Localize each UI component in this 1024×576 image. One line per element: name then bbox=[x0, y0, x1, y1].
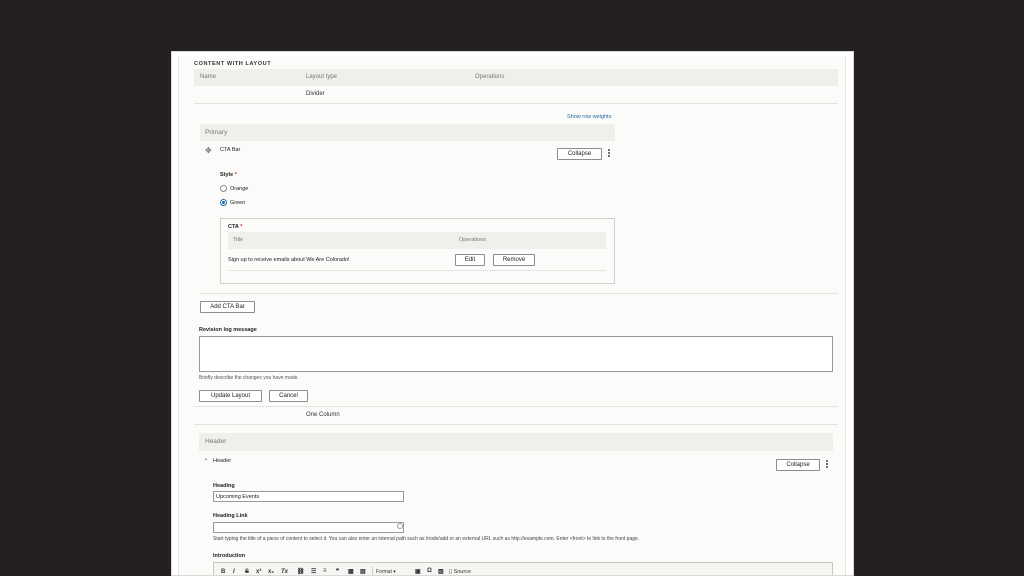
one-column-divider bbox=[194, 424, 838, 425]
editor-toolbar: B I S x² x₂ Tx ⛓ ☰ ≡ ❞ ▦ ▤ Format ▾ ▣ Ω … bbox=[213, 562, 833, 575]
admin-form-panel: CONTENT WITH LAYOUT Name Layout type Ope… bbox=[171, 51, 854, 576]
strike-button[interactable]: S bbox=[245, 569, 249, 575]
region-header-label: Header bbox=[205, 438, 227, 445]
section-title: CONTENT WITH LAYOUT bbox=[194, 61, 272, 67]
radio-orange-label: Orange bbox=[230, 186, 249, 192]
subscript-button[interactable]: x₂ bbox=[268, 569, 274, 575]
radio-green[interactable] bbox=[220, 199, 227, 206]
radio-green-label: Green bbox=[230, 200, 246, 206]
radio-orange[interactable] bbox=[220, 185, 227, 192]
heading-input[interactable]: Upcoming Events bbox=[213, 491, 404, 502]
cta-fieldset: CTA * Title Operations Sign up to receiv… bbox=[220, 218, 615, 284]
region-header: Header bbox=[199, 433, 833, 451]
update-layout-button[interactable]: Update Layout bbox=[199, 390, 262, 402]
collapse-button[interactable]: Collapse bbox=[557, 148, 602, 160]
italic-button[interactable]: I bbox=[233, 569, 235, 575]
source-label: Source bbox=[453, 569, 471, 575]
cta-row-title: Sign up to receive emails about We Are C… bbox=[228, 257, 350, 263]
row-divider bbox=[194, 103, 838, 104]
heading-link-help: Start typing the title of a piece of con… bbox=[213, 536, 640, 542]
region-primary: Primary bbox=[200, 124, 615, 141]
source-button[interactable]: ▯ Source bbox=[449, 569, 471, 575]
heading-label: Heading bbox=[213, 483, 235, 489]
col-layout-type: Layout type bbox=[306, 74, 338, 80]
image-icon[interactable]: ▣ bbox=[415, 568, 421, 575]
remove-button[interactable]: Remove bbox=[493, 254, 535, 266]
cta-col-title: Title bbox=[233, 237, 244, 243]
link-icon[interactable]: ⛓ bbox=[297, 568, 305, 575]
layout-table-header: Name Layout type Operations bbox=[194, 69, 838, 86]
bullet-icon: • bbox=[205, 457, 207, 463]
region-primary-label: Primary bbox=[205, 129, 228, 136]
header-item-label: Header bbox=[213, 458, 232, 464]
more-actions-icon[interactable] bbox=[607, 149, 611, 158]
show-row-weights-link[interactable]: Show row weights bbox=[567, 114, 611, 120]
source-icon: ▯ bbox=[449, 569, 453, 575]
revision-log-textarea[interactable] bbox=[199, 336, 833, 372]
row-divider-type: Divider bbox=[306, 91, 325, 97]
cta-table-header: Title Operations bbox=[228, 232, 606, 249]
revision-log-label: Revision log message bbox=[199, 327, 257, 333]
horizontal-rule-icon[interactable]: ▤ bbox=[360, 568, 366, 575]
clear-format-button[interactable]: Tx bbox=[281, 569, 288, 575]
media-icon[interactable]: ▨ bbox=[438, 568, 444, 575]
actions-divider bbox=[194, 406, 838, 407]
header-more-actions-icon[interactable] bbox=[825, 460, 829, 469]
cta-label: CTA * bbox=[228, 224, 242, 230]
edit-button[interactable]: Edit bbox=[455, 254, 485, 266]
bold-button[interactable]: B bbox=[221, 569, 225, 575]
bulleted-list-icon[interactable]: ☰ bbox=[311, 568, 316, 575]
cta-col-operations: Operations bbox=[459, 237, 486, 243]
header-collapse-button[interactable]: Collapse bbox=[776, 459, 820, 471]
cta-label-text: CTA bbox=[228, 224, 239, 230]
cta-row-divider bbox=[228, 270, 606, 271]
cta-bar-item-label: CTA Bar bbox=[220, 147, 241, 153]
style-label: Style * bbox=[220, 172, 237, 178]
superscript-button[interactable]: x² bbox=[256, 569, 261, 575]
heading-link-input[interactable] bbox=[213, 522, 404, 533]
row-one-column-type: One Column bbox=[306, 412, 340, 418]
drag-handle-icon[interactable]: ✥ bbox=[205, 146, 212, 155]
introduction-label: Introduction bbox=[213, 553, 246, 559]
blockquote-icon[interactable]: ❞ bbox=[336, 568, 339, 575]
cancel-button[interactable]: Cancel bbox=[269, 390, 308, 402]
style-label-text: Style bbox=[220, 172, 234, 178]
heading-link-label: Heading Link bbox=[213, 513, 248, 519]
add-cta-bar-button[interactable]: Add CTA Bar bbox=[200, 301, 255, 313]
col-operations: Operations bbox=[475, 74, 505, 80]
col-name: Name bbox=[200, 74, 217, 80]
special-char-button[interactable]: Ω bbox=[427, 568, 432, 574]
revision-log-help: Briefly describe the changes you have ma… bbox=[199, 375, 299, 381]
required-mark: * bbox=[234, 172, 237, 178]
cta-required-mark: * bbox=[240, 224, 243, 230]
form-body: CONTENT WITH LAYOUT Name Layout type Ope… bbox=[178, 56, 846, 575]
autocomplete-icon bbox=[397, 523, 403, 529]
numbered-list-icon[interactable]: ≡ bbox=[323, 568, 327, 574]
format-select[interactable]: Format ▾ bbox=[372, 567, 410, 575]
primary-divider bbox=[200, 293, 838, 294]
table-icon[interactable]: ▦ bbox=[348, 568, 354, 575]
format-select-value: Format bbox=[376, 569, 392, 575]
